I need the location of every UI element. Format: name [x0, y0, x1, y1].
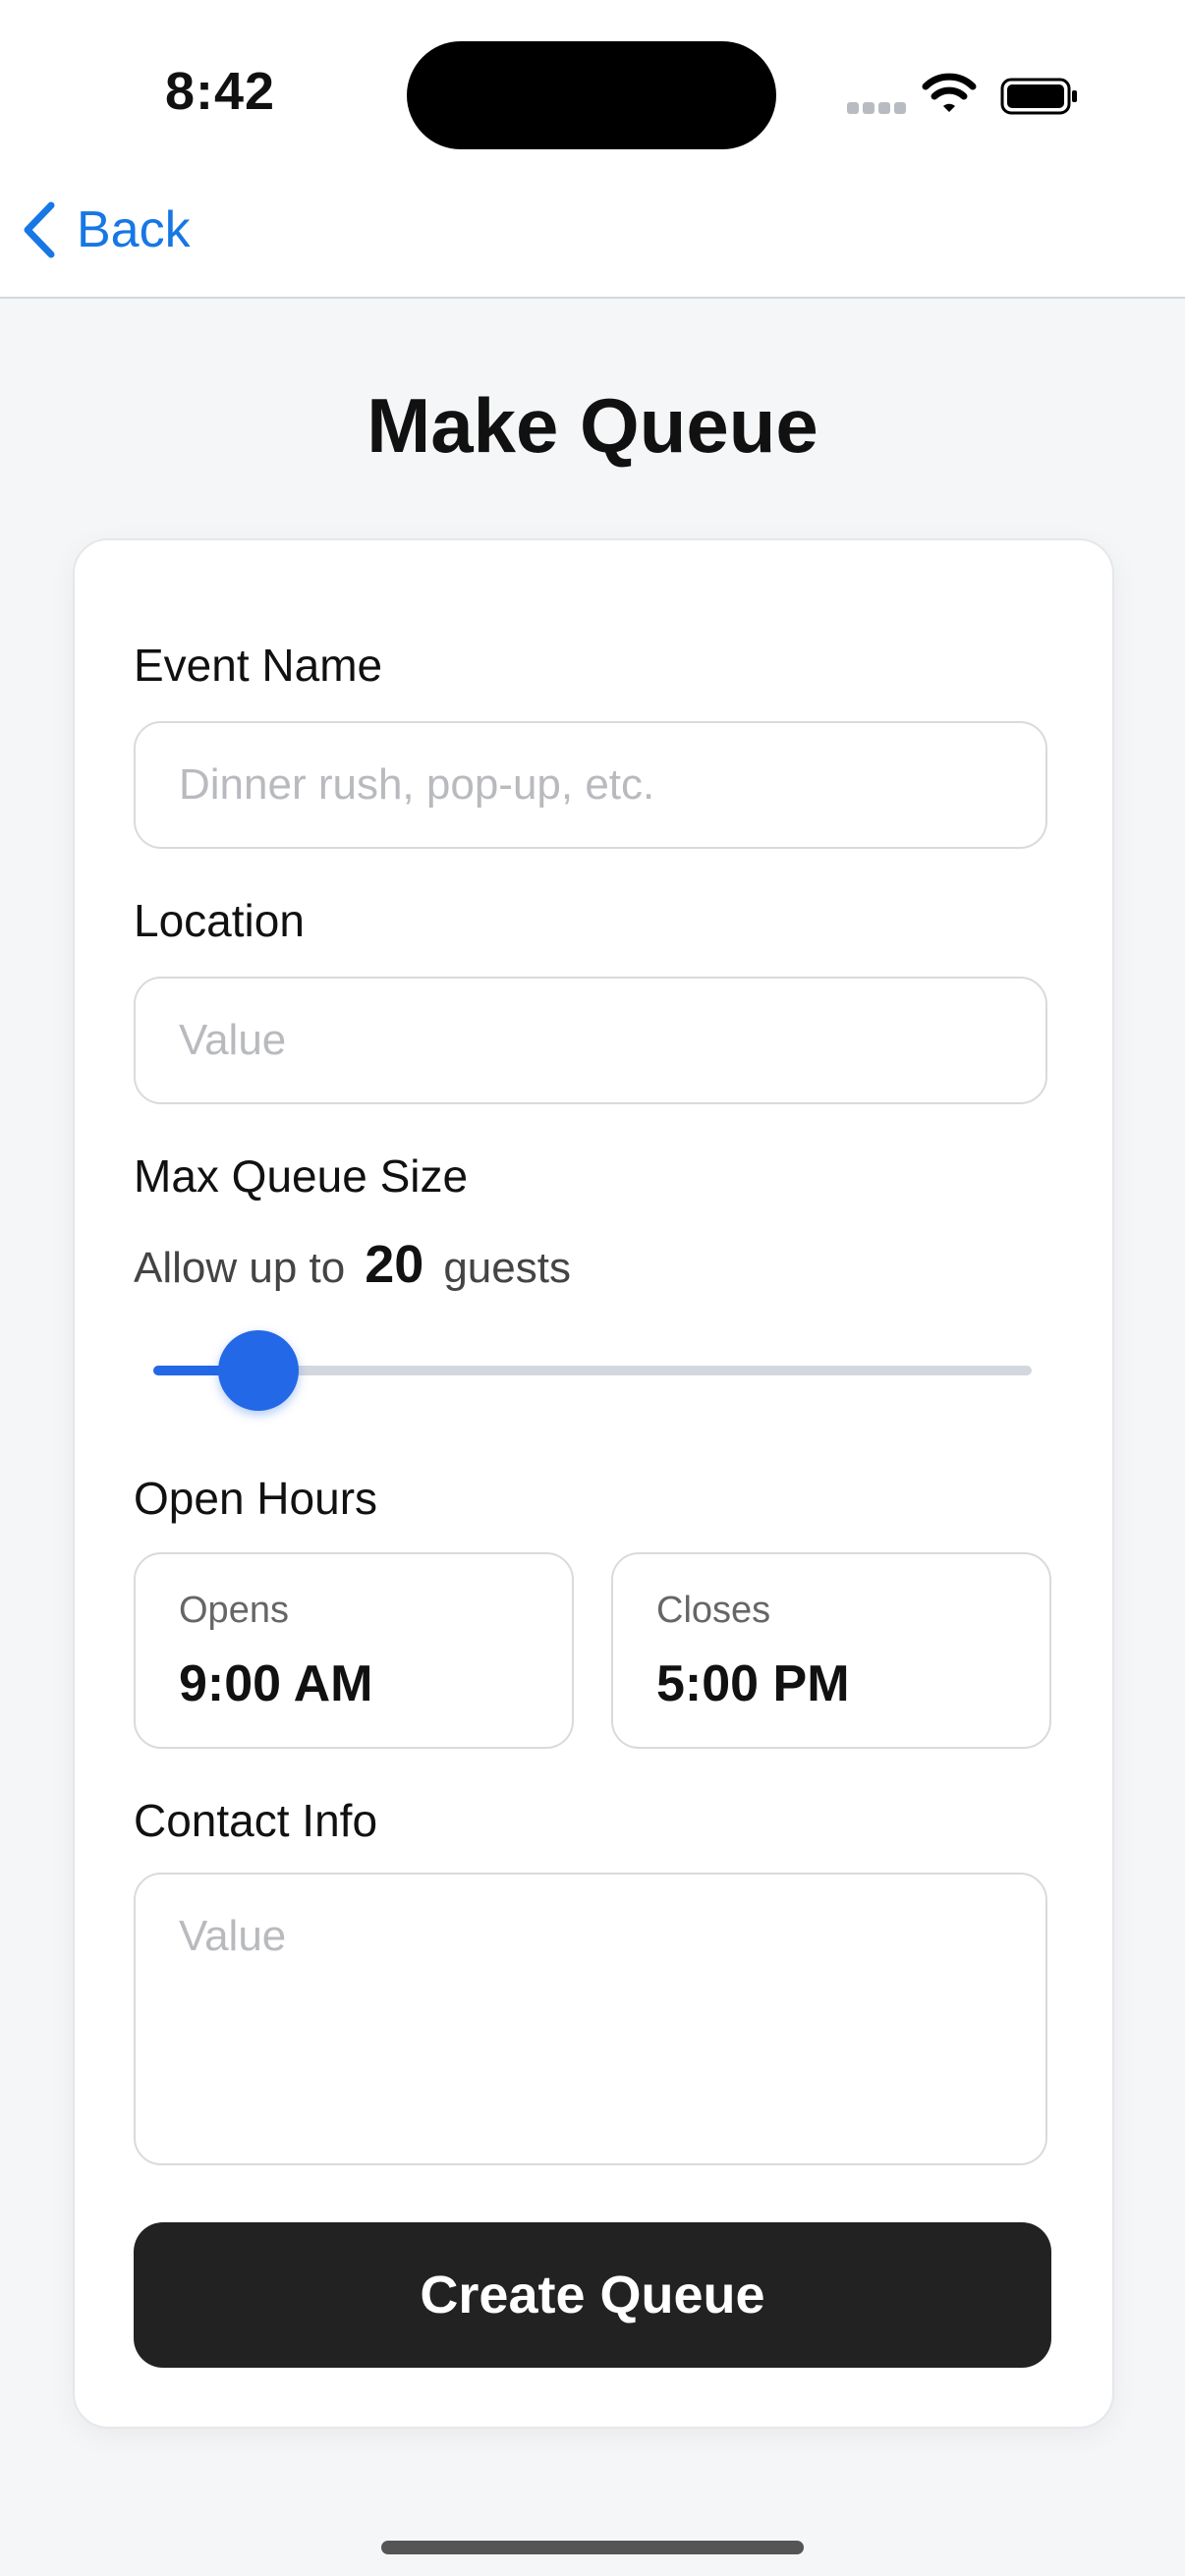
dynamic-island: [407, 41, 776, 149]
max-queue-summary: Allow up to 20 guests: [134, 1234, 571, 1295]
chevron-left-icon: [24, 201, 55, 258]
open-hours-label: Open Hours: [134, 1473, 378, 1524]
event-name-field: [134, 721, 1047, 849]
event-name-input[interactable]: [136, 723, 1045, 847]
opens-time-picker[interactable]: Opens 9:00 AM: [134, 1552, 574, 1749]
cellular-signal-icon: [847, 102, 906, 116]
max-queue-prefix: Allow up to: [134, 1244, 346, 1292]
location-input[interactable]: [136, 979, 1045, 1102]
battery-icon: [1000, 78, 1077, 115]
max-queue-value: 20: [365, 1235, 424, 1294]
opens-label: Opens: [179, 1590, 289, 1631]
location-field: [134, 977, 1047, 1104]
status-time: 8:42: [165, 62, 276, 121]
event-name-label: Event Name: [134, 640, 383, 691]
create-queue-button[interactable]: Create Queue: [134, 2222, 1051, 2368]
contact-info-field: [134, 1873, 1047, 2165]
status-bar: 8:42: [0, 0, 1185, 177]
page-title: Make Queue: [367, 382, 818, 469]
contact-info-label: Contact Info: [134, 1795, 378, 1846]
opens-value: 9:00 AM: [179, 1655, 373, 1712]
home-indicator: [381, 2541, 804, 2554]
back-label: Back: [77, 201, 191, 258]
location-label: Location: [134, 895, 305, 946]
closes-label: Closes: [656, 1590, 771, 1631]
wifi-icon: [922, 73, 977, 112]
contact-info-input[interactable]: [136, 1875, 1045, 2163]
max-queue-suffix: guests: [443, 1244, 571, 1292]
max-queue-label: Max Queue Size: [134, 1150, 469, 1202]
closes-time-picker[interactable]: Closes 5:00 PM: [611, 1552, 1051, 1749]
back-button[interactable]: Back: [22, 198, 191, 261]
max-queue-slider-thumb[interactable]: [218, 1330, 300, 1411]
closes-value: 5:00 PM: [656, 1655, 850, 1712]
